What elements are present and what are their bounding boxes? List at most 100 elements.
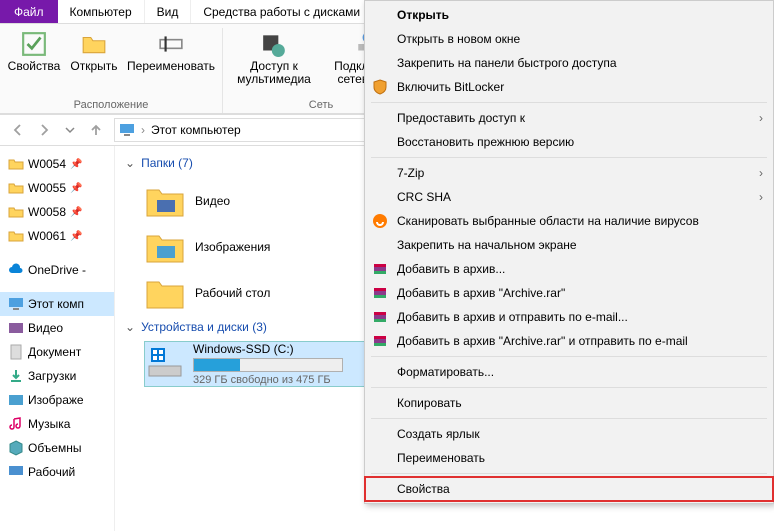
tree-item-music[interactable]: Музыка xyxy=(0,412,114,436)
ctx-label: Свойства xyxy=(397,482,450,496)
folder-icon xyxy=(8,228,24,244)
chevron-right-icon: › xyxy=(759,190,763,204)
checkmark-icon xyxy=(20,30,48,58)
nav-tree: W0054📌 W0055📌 W0058📌 W0061📌 OneDrive - Э… xyxy=(0,146,115,531)
tab-computer[interactable]: Компьютер xyxy=(58,0,145,23)
tree-item-3d[interactable]: Объемны xyxy=(0,436,114,460)
tree-label: Объемны xyxy=(28,441,81,455)
ctx-add-rar-email[interactable]: Добавить в архив "Archive.rar" и отправи… xyxy=(365,329,773,353)
ctx-label: Включить BitLocker xyxy=(397,80,504,94)
folder-label: Видео xyxy=(195,194,230,208)
tree-item-pictures[interactable]: Изображе xyxy=(0,388,114,412)
ctx-create-shortcut[interactable]: Создать ярлык xyxy=(365,422,773,446)
winrar-icon xyxy=(371,260,389,278)
nav-recent-button[interactable] xyxy=(58,118,82,142)
tree-label: W0061 xyxy=(28,229,66,243)
ctx-separator xyxy=(371,387,767,388)
chevron-down-icon: ⌄ xyxy=(125,156,135,170)
ctx-label: CRC SHA xyxy=(397,190,451,204)
tab-drive-tools[interactable]: Средства работы с дисками xyxy=(191,0,373,23)
ctx-label: Закрепить на панели быстрого доступа xyxy=(397,56,617,70)
chevron-right-icon: › xyxy=(759,111,763,125)
cloud-icon xyxy=(8,262,24,278)
pin-icon: 📌 xyxy=(70,231,82,242)
image-icon xyxy=(8,392,24,408)
ctx-restore-version[interactable]: Восстановить прежнюю версию xyxy=(365,130,773,154)
ctx-open[interactable]: Открыть xyxy=(365,3,773,27)
folders-header-label: Папки (7) xyxy=(141,156,193,170)
properties-label: Свойства xyxy=(8,60,61,73)
media-access-label: Доступ к мультимедиа xyxy=(231,60,317,86)
tree-item-w0054[interactable]: W0054📌 xyxy=(0,152,114,176)
rename-label: Переименовать xyxy=(127,60,215,73)
download-icon xyxy=(8,368,24,384)
document-icon xyxy=(8,344,24,360)
pc-icon xyxy=(119,122,135,138)
tree-item-downloads[interactable]: Загрузки xyxy=(0,364,114,388)
tree-item-w0055[interactable]: W0055📌 xyxy=(0,176,114,200)
nav-back-button[interactable] xyxy=(6,118,30,142)
address-location: Этот компьютер xyxy=(151,123,241,137)
ctx-grant-access[interactable]: Предоставить доступ к› xyxy=(365,106,773,130)
ctx-add-archive[interactable]: Добавить в архив... xyxy=(365,257,773,281)
ctx-pin-start[interactable]: Закрепить на начальном экране xyxy=(365,233,773,257)
ctx-label: Создать ярлык xyxy=(397,427,480,441)
ctx-add-email[interactable]: Добавить в архив и отправить по e-mail..… xyxy=(365,305,773,329)
open-label: Открыть xyxy=(70,60,117,73)
ctx-bitlocker[interactable]: Включить BitLocker xyxy=(365,75,773,99)
pin-icon: 📌 xyxy=(70,207,82,218)
nav-forward-button[interactable] xyxy=(32,118,56,142)
ctx-crc-sha[interactable]: CRC SHA › xyxy=(365,185,773,209)
ctx-label: Открыть в новом окне xyxy=(397,32,520,46)
tree-item-w0061[interactable]: W0061 📌 xyxy=(0,224,114,248)
ctx-scan-virus[interactable]: Сканировать выбранные области на наличие… xyxy=(365,209,773,233)
ctx-separator xyxy=(371,157,767,158)
rename-button[interactable]: Переименовать xyxy=(126,28,216,75)
tree-item-documents[interactable]: Документ xyxy=(0,340,114,364)
ctx-copy[interactable]: Копировать xyxy=(365,391,773,415)
avast-icon xyxy=(371,212,389,230)
tree-item-w0058[interactable]: W0058📌 xyxy=(0,200,114,224)
drive-free-text: 329 ГБ свободно из 475 ГБ xyxy=(193,374,343,386)
tree-item-video[interactable]: Видео xyxy=(0,316,114,340)
media-icon xyxy=(260,30,288,58)
ctx-add-archive-rar[interactable]: Добавить в архив "Archive.rar" xyxy=(365,281,773,305)
tree-label: OneDrive - xyxy=(28,263,86,277)
group-network-label: Сеть xyxy=(309,97,333,113)
winrar-icon xyxy=(371,284,389,302)
ctx-7zip[interactable]: 7-Zip› xyxy=(365,161,773,185)
desktop-icon xyxy=(8,464,24,480)
cube-icon xyxy=(8,440,24,456)
tab-file[interactable]: Файл xyxy=(0,0,58,23)
folder-video-icon xyxy=(145,184,185,218)
ctx-label: Добавить в архив "Archive.rar" и отправи… xyxy=(397,334,688,348)
properties-button[interactable]: Свойства xyxy=(6,28,62,75)
drive-c[interactable]: Windows-SSD (C:) 329 ГБ свободно из 475 … xyxy=(145,342,380,386)
ctx-label: Добавить в архив... xyxy=(397,262,505,276)
media-access-button[interactable]: Доступ к мультимедиа xyxy=(229,28,319,88)
ctx-rename[interactable]: Переименовать xyxy=(365,446,773,470)
folder-icon xyxy=(8,204,24,220)
ribbon-group-location: Свойства Открыть Переименовать Расположе… xyxy=(0,28,223,113)
nav-up-button[interactable] xyxy=(84,118,108,142)
tree-label: W0055 xyxy=(28,181,66,195)
tree-item-desktop[interactable]: Рабочий xyxy=(0,460,114,484)
ctx-properties[interactable]: Свойства xyxy=(365,477,773,501)
tree-item-this-pc[interactable]: Этот комп xyxy=(0,292,114,316)
chevron-right-icon: › xyxy=(759,166,763,180)
winrar-icon xyxy=(371,308,389,326)
tree-label: Этот комп xyxy=(28,297,84,311)
tab-view[interactable]: Вид xyxy=(145,0,192,23)
ctx-open-new-window[interactable]: Открыть в новом окне xyxy=(365,27,773,51)
ctx-pin-quick-access[interactable]: Закрепить на панели быстрого доступа xyxy=(365,51,773,75)
ctx-label: Копировать xyxy=(397,396,462,410)
pc-icon xyxy=(8,296,24,312)
open-button[interactable]: Открыть xyxy=(66,28,122,75)
drive-c-usage-bar xyxy=(193,358,343,372)
shield-icon xyxy=(371,78,389,96)
folder-pictures-icon xyxy=(145,230,185,264)
tree-item-onedrive[interactable]: OneDrive - xyxy=(0,258,114,282)
drive-name: Windows-SSD (C:) xyxy=(193,342,343,356)
ctx-format[interactable]: Форматировать... xyxy=(365,360,773,384)
tree-label: Видео xyxy=(28,321,63,335)
